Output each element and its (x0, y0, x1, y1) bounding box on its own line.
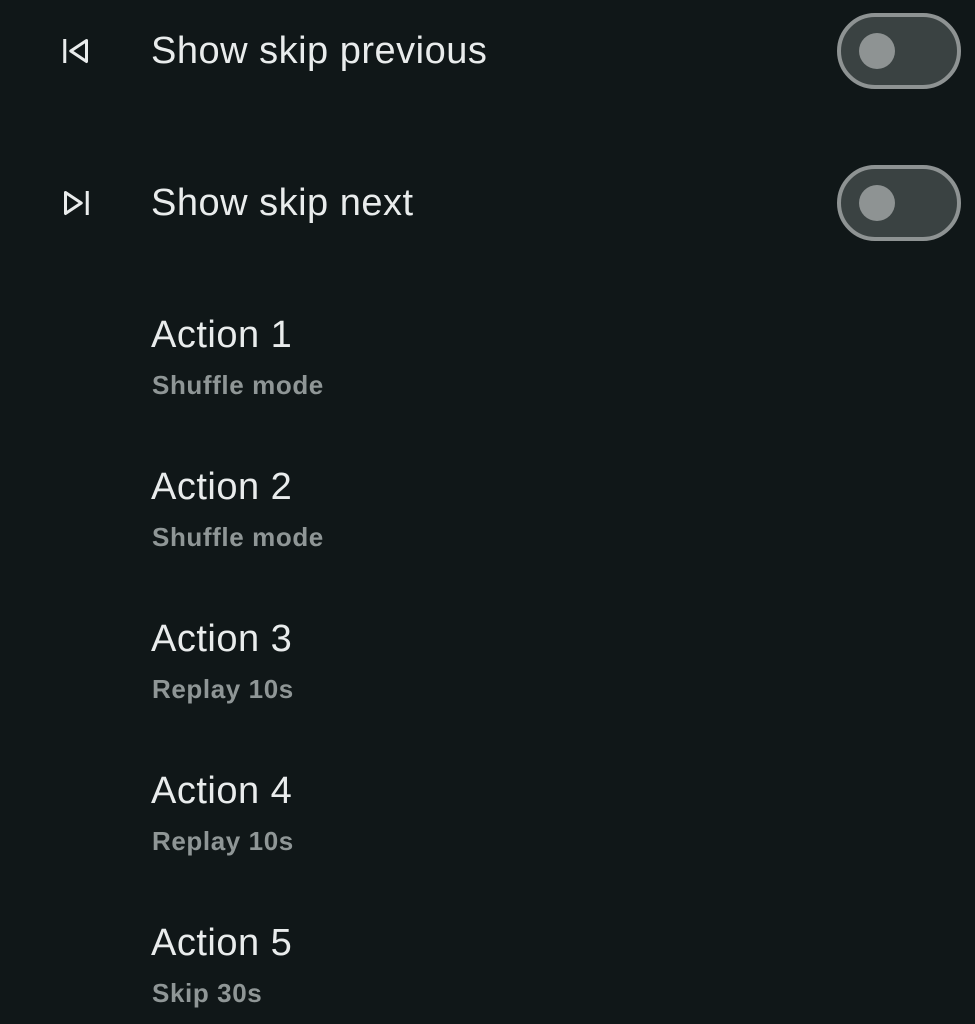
skip-previous-label: Show skip previous (151, 30, 488, 72)
action-5-value: Skip 30s (152, 978, 263, 1008)
action-2-setting-row[interactable]: Action 2 Shuffle mode (0, 456, 975, 608)
action-4-value: Replay 10s (152, 826, 294, 856)
skip-previous-setting-row[interactable]: Show skip previous (0, 0, 975, 152)
skip-next-label: Show skip next (151, 182, 414, 224)
skip-next-icon (56, 183, 96, 223)
action-1-value: Shuffle mode (152, 370, 324, 400)
skip-next-switch[interactable] (837, 165, 961, 241)
action-2-value: Shuffle mode (152, 522, 324, 552)
skip-next-setting-row[interactable]: Show skip next (0, 152, 975, 304)
action-5-title: Action 5 (151, 922, 293, 964)
action-1-setting-row[interactable]: Action 1 Shuffle mode (0, 304, 975, 456)
action-3-setting-row[interactable]: Action 3 Replay 10s (0, 608, 975, 760)
switch-knob (859, 33, 895, 69)
action-1-title: Action 1 (151, 314, 293, 356)
action-2-title: Action 2 (151, 466, 293, 508)
skip-previous-switch[interactable] (837, 13, 961, 89)
action-4-title: Action 4 (151, 770, 293, 812)
switch-knob (859, 185, 895, 221)
skip-previous-icon (56, 31, 96, 71)
action-4-setting-row[interactable]: Action 4 Replay 10s (0, 760, 975, 912)
action-5-setting-row[interactable]: Action 5 Skip 30s (0, 912, 975, 1024)
action-3-value: Replay 10s (152, 674, 294, 704)
action-3-title: Action 3 (151, 618, 293, 660)
